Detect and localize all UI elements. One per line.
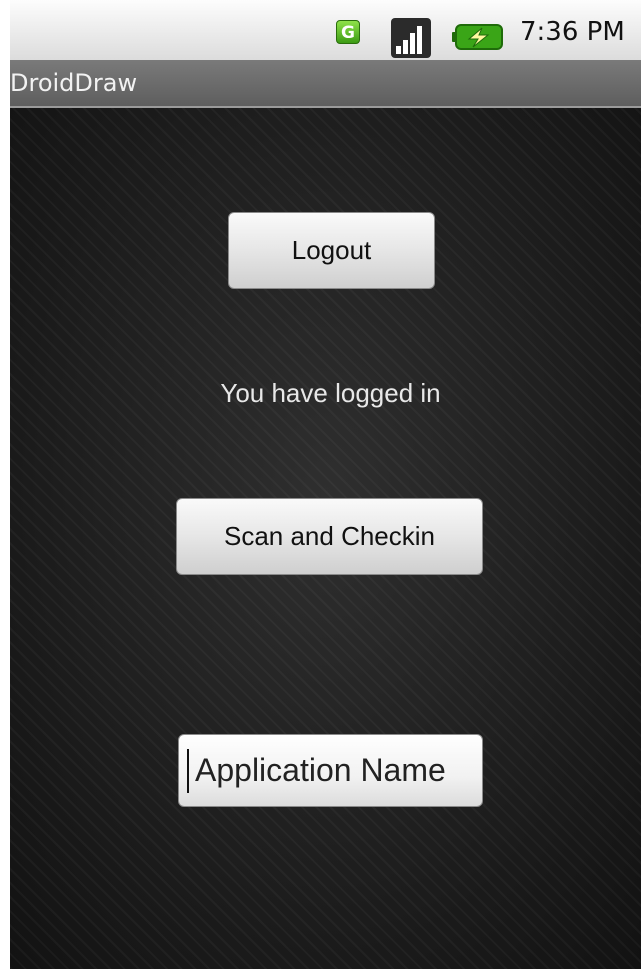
application-name-field[interactable]: Application Name <box>178 734 483 807</box>
status-bar: G 7:36 PM <box>10 0 641 60</box>
scan-checkin-button[interactable]: Scan and Checkin <box>176 498 483 575</box>
main-content: Logout You have logged in Scan and Check… <box>10 108 641 969</box>
phone-screen: G 7:36 PM DroidDraw Logout You have logg… <box>10 0 641 969</box>
battery-charging-icon <box>452 24 503 50</box>
app-title: DroidDraw <box>10 69 138 97</box>
gprs-icon: G <box>336 20 360 44</box>
login-status-text: You have logged in <box>220 378 441 408</box>
application-name-value: Application Name <box>195 752 446 788</box>
title-bar: DroidDraw <box>10 60 641 108</box>
logout-button[interactable]: Logout <box>228 212 435 289</box>
signal-icon <box>391 18 431 58</box>
text-cursor <box>187 749 189 793</box>
status-time: 7:36 PM <box>520 17 625 47</box>
